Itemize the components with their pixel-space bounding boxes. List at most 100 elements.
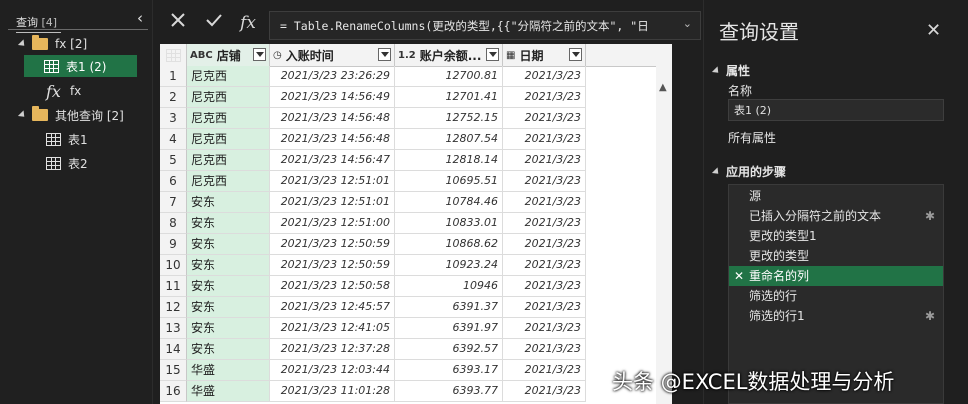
expand-triangle-icon[interactable] [17, 110, 28, 120]
table-row[interactable]: 7 安东 2021/3/23 12:51:01 10784.46 2021/3/23 [160, 192, 672, 213]
cell-time[interactable]: 2021/3/23 12:50:59 [270, 234, 395, 255]
row-number[interactable]: 13 [160, 318, 187, 339]
cell-balance[interactable]: 10833.01 [395, 213, 503, 234]
column-header-store[interactable]: ABC 店铺 [187, 44, 270, 66]
delete-step-icon[interactable]: ✕ [734, 266, 744, 286]
cell-time[interactable]: 2021/3/23 12:51:01 [270, 171, 395, 192]
collapse-triangle-icon[interactable] [711, 166, 722, 177]
datetime-type-icon[interactable]: ◷ [273, 50, 282, 61]
cell-time[interactable]: 2021/3/23 11:01:28 [270, 381, 395, 402]
decimal-type-icon[interactable]: 1.2 [398, 50, 416, 61]
cell-balance[interactable]: 6393.17 [395, 360, 503, 381]
cell-date[interactable]: 2021/3/23 [503, 339, 586, 360]
filter-dropdown-button[interactable] [486, 48, 499, 61]
cell-store[interactable]: 华盛 [187, 381, 270, 402]
cell-store[interactable]: 安东 [187, 192, 270, 213]
table-menu-button[interactable] [160, 44, 187, 66]
cell-balance[interactable]: 12700.81 [395, 66, 503, 87]
row-number[interactable]: 7 [160, 192, 187, 213]
cell-date[interactable]: 2021/3/23 [503, 108, 586, 129]
table-row[interactable]: 13 安东 2021/3/23 12:41:05 6391.97 2021/3/23 [160, 318, 672, 339]
row-number[interactable]: 8 [160, 213, 187, 234]
text-type-icon[interactable]: ABC [190, 50, 213, 61]
table-row[interactable]: 2 尼克西 2021/3/23 14:56:49 12701.41 2021/3/23 [160, 87, 672, 108]
row-number[interactable]: 11 [160, 276, 187, 297]
cell-date[interactable]: 2021/3/23 [503, 360, 586, 381]
commit-formula-button[interactable] [201, 10, 227, 36]
cell-store[interactable]: 安东 [187, 213, 270, 234]
cell-balance[interactable]: 10868.62 [395, 234, 503, 255]
table-row[interactable]: 9 安东 2021/3/23 12:50:59 10868.62 2021/3/23 [160, 234, 672, 255]
properties-section[interactable]: 属性 [711, 62, 750, 79]
cell-time[interactable]: 2021/3/23 14:56:48 [270, 129, 395, 150]
cell-store[interactable]: 尼克西 [187, 150, 270, 171]
table-row[interactable]: 8 安东 2021/3/23 12:51:00 10833.01 2021/3/23 [160, 213, 672, 234]
filter-dropdown-button[interactable] [569, 48, 582, 61]
queries-header[interactable]: 查询 [4] [16, 14, 62, 33]
scroll-up-icon[interactable]: ▲ [659, 82, 667, 93]
cell-time[interactable]: 2021/3/23 12:51:00 [270, 213, 395, 234]
table-row[interactable]: 16 华盛 2021/3/23 11:01:28 6393.77 2021/3/23 [160, 381, 672, 402]
row-number[interactable]: 12 [160, 297, 187, 318]
tree-item-table2[interactable]: 表2 [46, 152, 88, 174]
cell-balance[interactable]: 12701.41 [395, 87, 503, 108]
gear-icon[interactable]: ✱ [925, 206, 935, 226]
cell-store[interactable]: 尼克西 [187, 171, 270, 192]
cell-time[interactable]: 2021/3/23 12:51:01 [270, 192, 395, 213]
cell-store[interactable]: 安东 [187, 297, 270, 318]
row-number[interactable]: 10 [160, 255, 187, 276]
cell-store[interactable]: 华盛 [187, 360, 270, 381]
cell-date[interactable]: 2021/3/23 [503, 234, 586, 255]
row-number[interactable]: 4 [160, 129, 187, 150]
applied-steps-section[interactable]: 应用的步骤 [711, 163, 786, 180]
cell-store[interactable]: 安东 [187, 318, 270, 339]
row-number[interactable]: 14 [160, 339, 187, 360]
table-row[interactable]: 1 尼克西 2021/3/23 23:26:29 12700.81 2021/3/23 [160, 66, 672, 87]
column-header-time[interactable]: ◷ 入账时间 [270, 44, 395, 66]
cell-store[interactable]: 安东 [187, 339, 270, 360]
collapse-triangle-icon[interactable] [711, 65, 722, 76]
tree-item-fx[interactable]: fx fx [46, 80, 81, 102]
column-header-date[interactable]: ▦ 日期 [503, 44, 586, 66]
cell-time[interactable]: 2021/3/23 14:56:48 [270, 108, 395, 129]
expand-triangle-icon[interactable] [17, 39, 28, 49]
cell-store[interactable]: 尼克西 [187, 108, 270, 129]
table-row[interactable]: 10 安东 2021/3/23 12:50:59 10923.24 2021/3/23 [160, 255, 672, 276]
row-number[interactable]: 5 [160, 150, 187, 171]
filter-dropdown-button[interactable] [253, 48, 266, 61]
cell-date[interactable]: 2021/3/23 [503, 192, 586, 213]
chevron-down-icon[interactable]: ⌄ [683, 17, 692, 30]
cell-time[interactable]: 2021/3/23 12:41:05 [270, 318, 395, 339]
cell-store[interactable]: 尼克西 [187, 87, 270, 108]
step-item[interactable]: 已插入分隔符之前的文本 ✱ [729, 206, 943, 226]
table-row[interactable]: 15 华盛 2021/3/23 12:03:44 6393.17 2021/3/23 [160, 360, 672, 381]
cell-time[interactable]: 2021/3/23 12:37:28 [270, 339, 395, 360]
step-item[interactable]: 更改的类型1 [729, 226, 943, 246]
cell-balance[interactable]: 10923.24 [395, 255, 503, 276]
tree-folder-other[interactable]: 其他查询 [2] [17, 104, 124, 126]
table-row[interactable]: 11 安东 2021/3/23 12:50:58 10946 2021/3/23 [160, 276, 672, 297]
cell-store[interactable]: 安东 [187, 255, 270, 276]
cell-balance[interactable]: 6391.97 [395, 318, 503, 339]
insert-function-button[interactable]: fx [235, 10, 261, 36]
formula-input[interactable]: = Table.RenameColumns(更改的类型,{{"分隔符之前的文本"… [269, 11, 701, 40]
cell-date[interactable]: 2021/3/23 [503, 66, 586, 87]
cell-date[interactable]: 2021/3/23 [503, 381, 586, 402]
step-item-active[interactable]: ✕ 重命名的列 [729, 266, 943, 286]
cell-time[interactable]: 2021/3/23 12:45:57 [270, 297, 395, 318]
table-row[interactable]: 14 安东 2021/3/23 12:37:28 6392.57 2021/3/23 [160, 339, 672, 360]
vertical-scrollbar[interactable]: ▲ [656, 66, 672, 404]
cell-date[interactable]: 2021/3/23 [503, 318, 586, 339]
cancel-formula-button[interactable] [165, 10, 191, 36]
collapse-pane-button[interactable]: ‹ [133, 9, 147, 27]
cell-date[interactable]: 2021/3/23 [503, 129, 586, 150]
cell-store[interactable]: 尼克西 [187, 66, 270, 87]
step-item[interactable]: 更改的类型 [729, 246, 943, 266]
all-properties-link[interactable]: 所有属性 [728, 129, 776, 146]
table-row[interactable]: 12 安东 2021/3/23 12:45:57 6391.37 2021/3/23 [160, 297, 672, 318]
close-icon[interactable]: ✕ [926, 20, 941, 41]
cell-store[interactable]: 安东 [187, 234, 270, 255]
row-number[interactable]: 9 [160, 234, 187, 255]
row-number[interactable]: 15 [160, 360, 187, 381]
cell-store[interactable]: 尼克西 [187, 129, 270, 150]
